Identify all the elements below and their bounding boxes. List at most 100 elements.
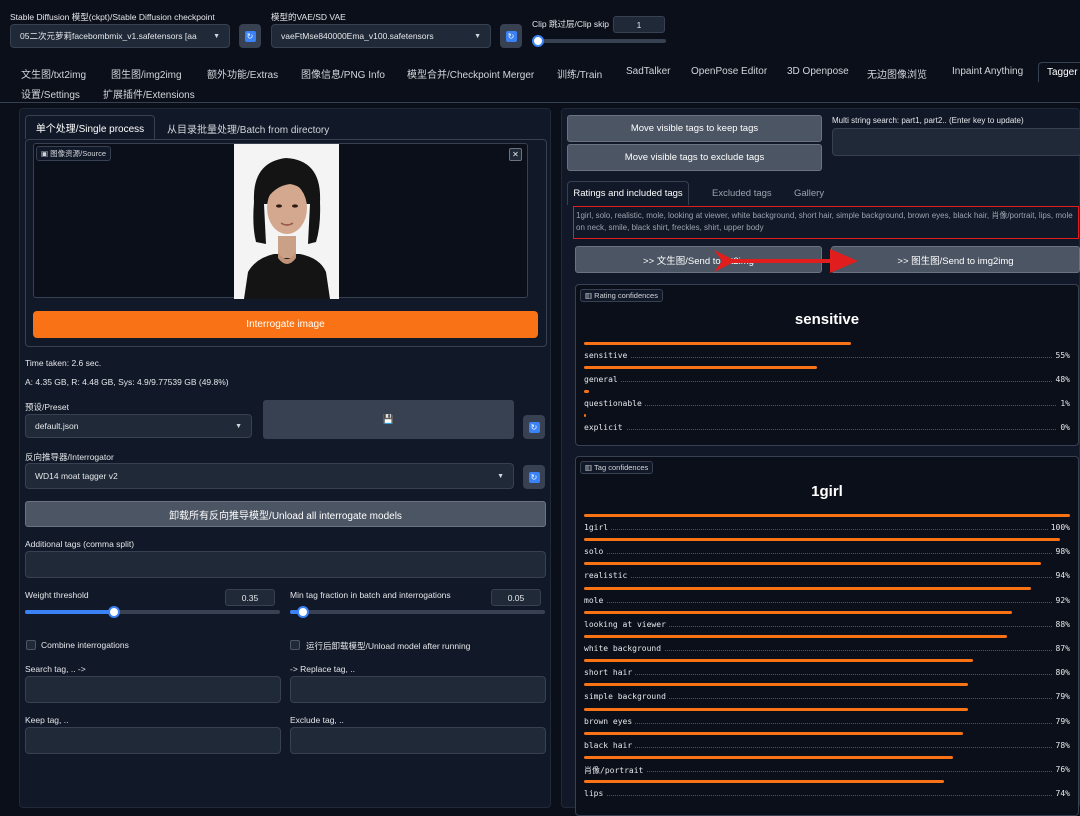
tag-percent: 100% (1047, 523, 1070, 532)
tag-name[interactable]: solo (584, 547, 607, 557)
tag-row: looking at viewer 88% (584, 610, 1070, 633)
tab-extensions[interactable]: 扩展插件/Extensions (103, 86, 195, 101)
tab-excluded-tags[interactable]: Excluded tags (712, 188, 772, 199)
slider-knob[interactable] (296, 606, 309, 618)
tag-row: 肖像/portrait 76% (584, 756, 1070, 778)
slider-knob[interactable] (532, 35, 544, 47)
tag-name[interactable]: white background (584, 644, 665, 653)
tag-row: solo 98% (584, 538, 1070, 560)
image-drop-area[interactable]: ▣ 图像资源/Source ✕ (33, 143, 528, 299)
tab-png-info[interactable]: 图像信息/PNG Info (301, 66, 385, 81)
tag-name[interactable]: black hair (584, 740, 636, 750)
tag-bar (584, 514, 1070, 517)
vae-dropdown[interactable]: vaeFtMse840000Ema_v100.safetensors ▼ (271, 24, 491, 48)
tag-name[interactable]: realistic (584, 571, 631, 581)
min-tag-fraction-slider[interactable] (290, 606, 545, 618)
refresh-vae-button[interactable]: ↻ (500, 24, 522, 48)
subtab-single-process[interactable]: 单个处理/Single process (25, 115, 155, 139)
tab-sadtalker[interactable]: SadTalker (626, 66, 670, 77)
multi-search-input[interactable] (832, 128, 1080, 156)
tag-name[interactable]: 肖像/portrait (584, 765, 647, 776)
save-preset-button[interactable]: 💾 (263, 400, 514, 439)
tag-bar (584, 707, 968, 711)
exclude-tag-input[interactable] (290, 727, 546, 754)
replace-tag-input[interactable] (290, 676, 546, 703)
rating-name[interactable]: questionable (584, 399, 645, 408)
rating-name[interactable]: general (584, 375, 621, 384)
tag-name[interactable]: short hair (584, 668, 636, 678)
tag-row: realistic 94% (584, 562, 1070, 584)
move-to-keep-button[interactable]: Move visible tags to keep tags (567, 115, 822, 142)
tab-inpaint-anything[interactable]: Inpaint Anything (952, 66, 1023, 77)
interrogate-button[interactable]: Interrogate image (33, 311, 538, 338)
dotted-leader (584, 553, 1070, 555)
tag-percent: 80% (1052, 668, 1070, 678)
tag-confidences-label: ▥ Tag confidences (580, 461, 654, 474)
slider-knob[interactable] (108, 606, 121, 618)
red-arrow-annotation (714, 249, 858, 273)
checkpoint-dropdown[interactable]: 05二次元萝莉facebombmix_v1.safetensors [aa ▼ (10, 24, 230, 48)
combine-interrogations-checkbox[interactable] (26, 640, 36, 650)
tag-percent: 74% (1052, 789, 1070, 799)
rating-percent: 0% (1057, 423, 1070, 432)
keep-tag-input[interactable] (25, 727, 281, 754)
clip-skip-slider[interactable] (532, 35, 666, 47)
rating-top-label: sensitive (794, 311, 860, 328)
tab-3d-openpose[interactable]: 3D Openpose (787, 66, 849, 77)
rating-confidences-box: ▥ Rating confidences sensitive sensitive… (575, 284, 1079, 446)
send-to-img2img-button[interactable]: >> 图生图/Send to img2img (831, 246, 1080, 273)
refresh-checkpoint-button[interactable]: ↻ (239, 24, 261, 48)
rating-bar (584, 390, 589, 393)
tag-row: short hair 80% (584, 659, 1070, 681)
tag-name[interactable]: brown eyes (584, 716, 636, 726)
source-label: ▣ 图像资源/Source (36, 146, 112, 161)
tab-gallery[interactable]: Gallery (794, 188, 824, 199)
tab-train[interactable]: 训练/Train (557, 66, 602, 81)
preset-dropdown[interactable]: default.json ▼ (25, 414, 252, 438)
unload-after-checkbox[interactable] (290, 640, 300, 650)
search-tag-input[interactable] (25, 676, 281, 703)
unload-models-button[interactable]: 卸载所有反向推导模型/Unload all interrogate models (25, 501, 546, 527)
tab-tagger[interactable]: Tagger (1038, 62, 1080, 82)
tab-extras[interactable]: 额外功能/Extras (207, 66, 278, 81)
dotted-leader (584, 746, 1070, 748)
rating-name[interactable]: sensitive (584, 351, 631, 360)
tab-settings[interactable]: 设置/Settings (21, 86, 80, 101)
interrogator-dropdown[interactable]: WD14 moat tagger v2 ▼ (25, 463, 514, 489)
subtab-batch[interactable]: 从目录批量处理/Batch from directory (167, 121, 329, 136)
refresh-interrogator-button[interactable]: ↻ (523, 465, 545, 489)
weight-threshold-slider[interactable] (25, 606, 280, 618)
rating-name[interactable]: explicit (584, 423, 626, 432)
refresh-icon: ↻ (244, 30, 256, 42)
tag-row: mole 92% (584, 586, 1070, 609)
tag-bar (584, 683, 968, 687)
additional-tags-input[interactable] (25, 551, 546, 578)
caret-down-icon: ▼ (474, 32, 481, 40)
tab-ratings[interactable]: Ratings and included tags (567, 181, 689, 205)
clip-skip-input[interactable]: 1 (613, 16, 665, 33)
tab-image-browser[interactable]: 无边图像浏览 (867, 66, 927, 81)
refresh-preset-button[interactable]: ↻ (523, 415, 545, 439)
weight-threshold-input[interactable]: 0.35 (225, 589, 275, 606)
tag-name[interactable]: lips (584, 789, 607, 799)
tab-openpose-editor[interactable]: OpenPose Editor (691, 66, 767, 77)
left-panel: 单个处理/Single process 从目录批量处理/Batch from d… (19, 108, 551, 808)
tag-row: white background 87% (584, 635, 1070, 657)
tab-checkpoint-merger[interactable]: 模型合并/Checkpoint Merger (407, 66, 534, 81)
tags-output-text[interactable]: 1girl, solo, realistic, mole, looking at… (573, 206, 1079, 239)
tag-name[interactable]: mole (584, 595, 607, 605)
tab-txt2img[interactable]: 文生图/txt2img (21, 66, 86, 81)
rating-bar (584, 342, 852, 345)
dotted-leader (584, 771, 1070, 772)
tab-img2img[interactable]: 图生图/img2img (111, 66, 182, 81)
image-icon: ▣ (41, 149, 51, 158)
tag-name[interactable]: simple background (584, 692, 669, 702)
move-to-exclude-button[interactable]: Move visible tags to exclude tags (567, 144, 822, 171)
weight-threshold-label: Weight threshold (25, 590, 89, 600)
combine-interrogations-label: Combine interrogations (41, 640, 129, 650)
tag-name[interactable]: 1girl (584, 523, 612, 532)
clear-image-button[interactable]: ✕ (509, 148, 522, 161)
min-tag-fraction-input[interactable]: 0.05 (491, 589, 541, 606)
tag-name[interactable]: looking at viewer (584, 619, 669, 629)
tabs-divider (0, 102, 1080, 103)
